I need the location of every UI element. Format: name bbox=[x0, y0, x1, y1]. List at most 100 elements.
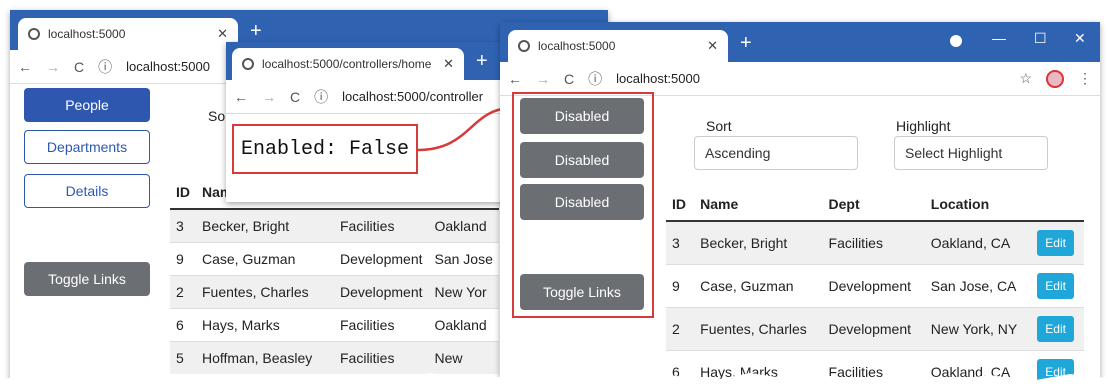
table-row: 3 Becker, Bright Facilities Oakland bbox=[170, 208, 499, 243]
cell: Fuentes, Charles bbox=[694, 307, 823, 351]
cell: Oakland, CA bbox=[924, 220, 1032, 265]
globe-icon bbox=[518, 40, 530, 52]
close-tab-icon[interactable]: ✕ bbox=[217, 26, 228, 42]
cell: Becker, Bright bbox=[694, 220, 823, 265]
reload-icon[interactable]: C bbox=[74, 59, 84, 75]
cell: Development bbox=[822, 307, 925, 351]
tab-strip: localhost:5000 ✕ + — ☐ ✕ bbox=[500, 22, 1100, 62]
col-id: ID bbox=[170, 176, 196, 210]
back-icon[interactable]: ← bbox=[18, 59, 32, 75]
sort-select[interactable]: Ascending bbox=[694, 136, 858, 170]
star-icon[interactable]: ☆ bbox=[1019, 70, 1032, 87]
table-row: 9 Case, Guzman Development San Jose, CA Edit bbox=[666, 264, 1084, 308]
close-tab-icon[interactable]: ✕ bbox=[707, 38, 718, 54]
toggle-links-button[interactable]: Toggle Links bbox=[520, 274, 644, 310]
browser-tab[interactable]: localhost:5000 ✕ bbox=[18, 18, 238, 50]
col-dept: Dept bbox=[822, 188, 925, 222]
forward-icon[interactable]: → bbox=[46, 59, 60, 75]
toggle-links-button[interactable]: Toggle Links bbox=[24, 262, 150, 296]
address-bar: ← → C ⓘ localhost:5000/controller bbox=[226, 80, 506, 114]
enabled-output-box: Enabled: False bbox=[232, 124, 418, 174]
cell: Facilities bbox=[334, 308, 429, 342]
col-id: ID bbox=[666, 188, 695, 222]
url-text[interactable]: localhost:5000 bbox=[616, 71, 700, 86]
new-tab-icon[interactable]: + bbox=[250, 20, 262, 43]
cell: Fuentes, Charles bbox=[196, 275, 334, 309]
forward-icon[interactable]: → bbox=[536, 71, 550, 87]
profile-icon[interactable] bbox=[950, 35, 962, 47]
close-tab-icon[interactable]: ✕ bbox=[443, 56, 454, 72]
tab-title: localhost:5000 bbox=[538, 39, 616, 53]
tab-strip: localhost:5000/controllers/home ✕ + bbox=[226, 42, 506, 80]
tab-title: localhost:5000/controllers/home bbox=[262, 57, 432, 71]
table-row: 3 Becker, Bright Facilities Oakland, CA Edit bbox=[666, 220, 1084, 265]
avatar[interactable] bbox=[1046, 69, 1064, 88]
cell: Development bbox=[822, 264, 925, 308]
cell: 6 bbox=[170, 308, 196, 342]
menu-icon[interactable]: ⋮ bbox=[1078, 70, 1092, 87]
url-text[interactable]: localhost:5000 bbox=[126, 59, 210, 74]
col-location: Location bbox=[924, 188, 1032, 222]
col-name: Name bbox=[694, 188, 823, 222]
cell: 9 bbox=[666, 264, 695, 308]
forward-icon[interactable]: → bbox=[262, 89, 276, 105]
edit-button[interactable]: Edit bbox=[1037, 273, 1074, 299]
cell: New York, NY bbox=[924, 307, 1032, 351]
people-table: ID Name Dept Location 3Becker, BrightFac… bbox=[666, 188, 1084, 389]
cell: San Jose bbox=[428, 242, 499, 276]
nav-details-button[interactable]: Details bbox=[24, 174, 150, 208]
table-row: 9 Case, Guzman Development San Jose bbox=[170, 242, 499, 276]
new-tab-icon[interactable]: + bbox=[740, 32, 752, 55]
new-tab-icon[interactable]: + bbox=[476, 50, 488, 73]
globe-icon bbox=[28, 28, 40, 40]
address-bar: ← → C ⓘ localhost:5000 ☆ ⋮ bbox=[500, 62, 1100, 96]
cell: Facilities bbox=[822, 220, 925, 265]
info-icon: ⓘ bbox=[98, 58, 113, 75]
sort-label: Sort bbox=[706, 118, 732, 134]
reload-icon[interactable]: C bbox=[564, 71, 574, 87]
cell: Case, Guzman bbox=[694, 264, 823, 308]
cell: New Yor bbox=[428, 275, 499, 309]
highlight-label: Highlight bbox=[896, 118, 951, 134]
cell: 3 bbox=[666, 220, 695, 265]
cell: Oakland bbox=[428, 208, 499, 243]
disabled-button-2[interactable]: Disabled bbox=[520, 142, 644, 178]
cell: Development bbox=[334, 275, 429, 309]
cell: 2 bbox=[666, 307, 695, 351]
browser-tab[interactable]: localhost:5000 ✕ bbox=[508, 30, 728, 62]
cell: Hays, Marks bbox=[196, 308, 334, 342]
url-text[interactable]: localhost:5000/controller bbox=[342, 89, 483, 104]
disabled-button-1[interactable]: Disabled bbox=[520, 98, 644, 134]
disabled-button-3[interactable]: Disabled bbox=[520, 184, 644, 220]
table-header-row: ID Name Dept Location bbox=[666, 188, 1084, 222]
cell: San Jose, CA bbox=[924, 264, 1032, 308]
close-window-icon[interactable]: ✕ bbox=[1074, 30, 1086, 47]
nav-people-button[interactable]: People bbox=[24, 88, 150, 122]
browser-tab[interactable]: localhost:5000/controllers/home ✕ bbox=[232, 48, 464, 80]
table-row: 2 Fuentes, Charles Development New Yor bbox=[170, 275, 499, 309]
reload-icon[interactable]: C bbox=[290, 89, 300, 105]
cell: Case, Guzman bbox=[196, 242, 334, 276]
edit-button[interactable]: Edit bbox=[1037, 316, 1074, 342]
globe-icon bbox=[242, 58, 254, 70]
maximize-icon[interactable]: ☐ bbox=[1034, 30, 1047, 47]
cell: 9 bbox=[170, 242, 196, 276]
enabled-output-text: Enabled: False bbox=[240, 137, 410, 161]
col-actions bbox=[1031, 188, 1084, 222]
cell: Development bbox=[334, 242, 429, 276]
cell: Facilities bbox=[334, 208, 429, 243]
cell: 2 bbox=[170, 275, 196, 309]
back-icon[interactable]: ← bbox=[234, 89, 248, 105]
highlight-select[interactable]: Select Highlight bbox=[894, 136, 1048, 170]
table-row: 2 Fuentes, Charles Development New York, NY… bbox=[666, 307, 1084, 351]
minimize-icon[interactable]: — bbox=[992, 30, 1006, 46]
info-icon: ⓘ bbox=[314, 88, 329, 105]
cell: 3 bbox=[170, 208, 196, 243]
tab-title: localhost:5000 bbox=[48, 27, 126, 41]
table-row: 6 Hays, Marks Facilities Oakland bbox=[170, 308, 499, 342]
edit-button[interactable]: Edit bbox=[1037, 230, 1074, 256]
back-icon[interactable]: ← bbox=[508, 71, 522, 87]
nav-departments-button[interactable]: Departments bbox=[24, 130, 150, 164]
info-icon: ⓘ bbox=[588, 70, 603, 87]
middle-browser-window: localhost:5000/controllers/home ✕ + ← → … bbox=[226, 42, 506, 202]
